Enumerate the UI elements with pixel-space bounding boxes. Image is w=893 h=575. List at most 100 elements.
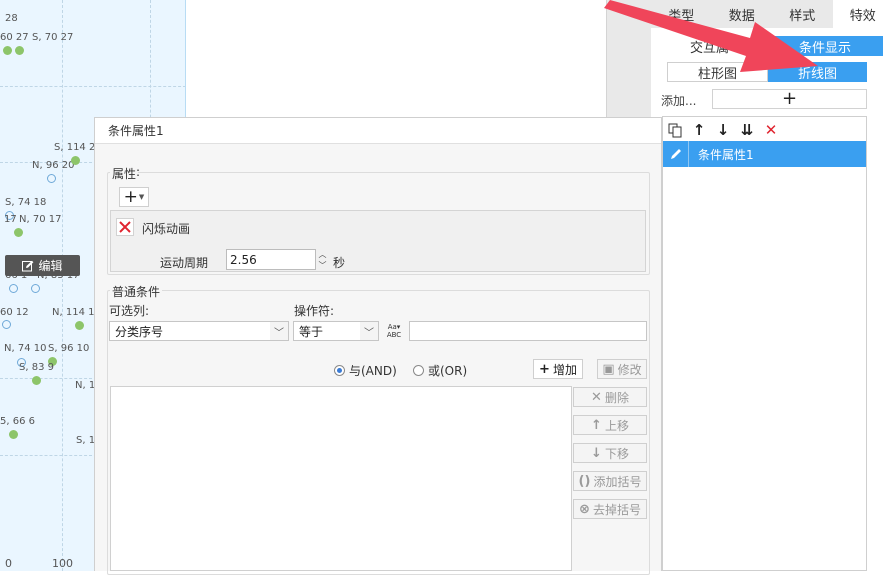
point-label: 5, 66 6 xyxy=(0,416,35,427)
remove-effect-button[interactable] xyxy=(116,218,134,236)
arrow-down-icon: ↓ xyxy=(591,446,602,461)
close-icon xyxy=(119,221,131,233)
move-down-button[interactable]: ↓ 下移 xyxy=(573,443,647,463)
move-up-icon[interactable]: ↑ xyxy=(691,122,707,138)
data-point xyxy=(3,46,12,55)
operator-select-value: 等于 xyxy=(299,323,323,340)
move-down-icon[interactable]: ↓ xyxy=(715,122,731,138)
chevron-up-icon[interactable]: ︿ xyxy=(319,249,327,260)
plus-icon: + xyxy=(124,187,138,207)
point-label: S, 114 2 xyxy=(54,142,95,153)
data-point xyxy=(71,156,80,165)
data-point xyxy=(14,228,23,237)
data-point xyxy=(75,321,84,330)
axis-tick-label: 100 xyxy=(52,557,73,570)
pencil-icon xyxy=(663,141,689,167)
operator-select[interactable]: 等于 ﹀ xyxy=(293,321,379,341)
period-input[interactable]: 2.56 xyxy=(226,249,316,270)
axis-tick-label: 0 xyxy=(5,557,12,570)
list-item[interactable]: 条件属性1 xyxy=(663,141,866,167)
delete-label: 删除 xyxy=(605,389,629,406)
radio-icon xyxy=(413,365,424,376)
add-label: 增加 xyxy=(553,361,577,378)
add-bracket-button[interactable]: () 添加括号 xyxy=(573,471,647,491)
remove-bracket-button[interactable]: ⊗ 去掉括号 xyxy=(573,499,647,519)
point-label: S, 70 27 xyxy=(32,32,73,43)
data-point xyxy=(15,46,24,55)
edit-chart-button[interactable]: 编辑 xyxy=(5,255,80,276)
point-label: N, 74 10 xyxy=(4,343,46,354)
period-unit: 秒 xyxy=(333,254,345,271)
modify-icon: ▣ xyxy=(602,362,614,377)
list-item-label: 条件属性1 xyxy=(698,146,754,163)
dialog-title: 条件属性1 xyxy=(95,118,661,144)
remove-bracket-icon: ⊗ xyxy=(579,502,590,517)
delete-icon[interactable]: ✕ xyxy=(763,122,779,138)
logic-or-label: 或(OR) xyxy=(428,362,467,379)
operator-label: 操作符: xyxy=(294,302,334,319)
bracket-icon: () xyxy=(579,474,591,489)
point-label: 60 27 xyxy=(0,32,29,43)
chevron-down-icon: ﹀ xyxy=(360,322,378,340)
dropdown-caret-icon: ▼ xyxy=(139,193,144,201)
point-label: N, 114 1 xyxy=(52,307,94,318)
list-toolbar: ↑ ↓ ⇊ ✕ xyxy=(667,119,779,141)
move-up-button[interactable]: ↑ 上移 xyxy=(573,415,647,435)
point-label: N, 1 xyxy=(75,380,95,391)
point-label: N, 96 20 xyxy=(32,160,74,171)
logic-or-radio[interactable]: 或(OR) xyxy=(413,362,467,379)
column-label: 可选列: xyxy=(109,302,149,319)
add-condition-row-button[interactable]: + 增加 xyxy=(533,359,583,379)
move-bottom-icon[interactable]: ⇊ xyxy=(739,122,755,138)
period-label: 运动周期 xyxy=(160,254,208,271)
effect-name: 闪烁动画 xyxy=(142,220,190,237)
logic-and-radio[interactable]: 与(AND) xyxy=(334,362,397,379)
close-icon: ✕ xyxy=(591,390,602,405)
value-type-icon[interactable]: Aa▾ABC xyxy=(383,321,405,341)
point-label: N, 70 17 xyxy=(19,214,61,225)
up-label: 上移 xyxy=(605,417,629,434)
chevron-down-icon: ﹀ xyxy=(270,322,288,340)
point-label: 17 xyxy=(4,214,17,225)
column-select[interactable]: 分类序号 ﹀ xyxy=(109,321,289,341)
point-label: 60 12 xyxy=(0,307,29,318)
data-point xyxy=(32,376,41,385)
logic-and-label: 与(AND) xyxy=(349,362,397,379)
arrow-up-icon: ↑ xyxy=(591,418,602,433)
delete-condition-button[interactable]: ✕ 删除 xyxy=(573,387,647,407)
period-stepper[interactable]: ︿ ﹀ xyxy=(316,249,329,270)
point-label: S, 1 xyxy=(76,435,95,446)
data-point xyxy=(47,174,56,183)
attributes-title: 属性 xyxy=(110,165,138,182)
modify-condition-button[interactable]: ▣ 修改 xyxy=(597,359,647,379)
down-label: 下移 xyxy=(605,445,629,462)
condition-list-area[interactable] xyxy=(110,386,572,571)
data-point xyxy=(9,284,18,293)
add-condition-button[interactable]: + xyxy=(712,89,867,109)
canvas-area xyxy=(186,0,606,118)
grid-line xyxy=(0,86,186,87)
point-label: 28 xyxy=(5,13,18,24)
add-label: 添加... xyxy=(661,92,696,109)
data-point xyxy=(2,320,11,329)
annotation-arrow-icon xyxy=(590,0,820,80)
point-label: S, 74 18 xyxy=(5,197,46,208)
copy-icon[interactable] xyxy=(667,122,683,138)
point-label: S, 96 10 xyxy=(48,343,89,354)
data-point xyxy=(31,284,40,293)
add-effect-dropdown[interactable]: +▼ xyxy=(119,187,149,207)
edit-label: 编辑 xyxy=(38,257,62,274)
edit-icon xyxy=(22,260,34,272)
tab-effects[interactable]: 特效 xyxy=(833,0,893,28)
condition-value-input[interactable] xyxy=(409,321,647,341)
condition-list: ↑ ↓ ⇊ ✕ 条件属性1 xyxy=(662,116,867,571)
modify-label: 修改 xyxy=(618,361,642,378)
column-select-value: 分类序号 xyxy=(115,323,163,340)
conditions-title: 普通条件 xyxy=(110,283,162,300)
add-bracket-label: 添加括号 xyxy=(593,473,641,490)
point-label: S, 83 9 xyxy=(19,362,54,373)
remove-bracket-label: 去掉括号 xyxy=(593,501,641,518)
attributes-colon: : xyxy=(136,165,140,179)
chevron-down-icon[interactable]: ﹀ xyxy=(319,260,327,271)
data-point xyxy=(9,430,18,439)
